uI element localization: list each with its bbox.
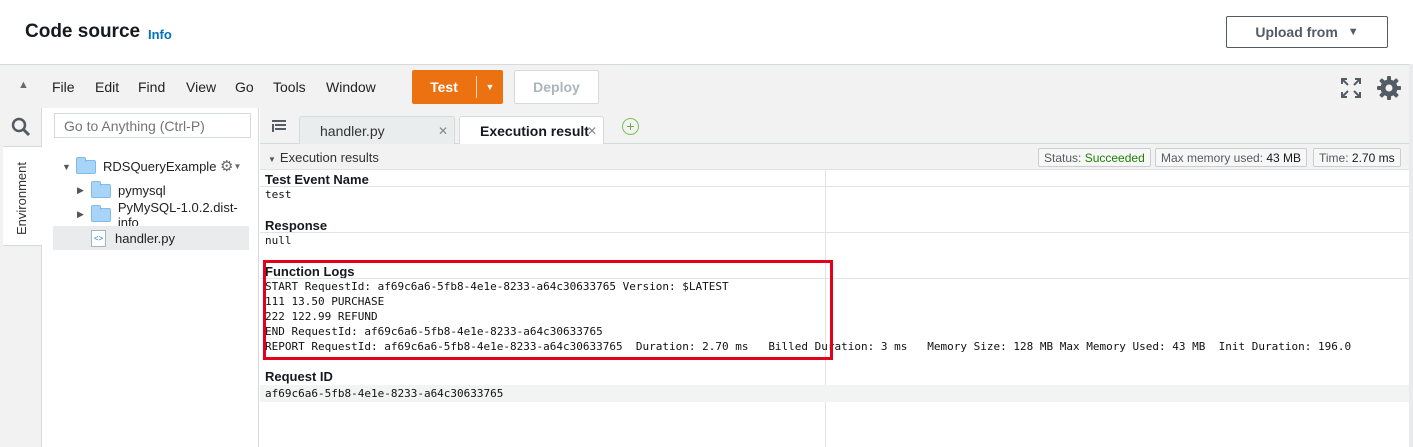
folder-icon — [76, 156, 96, 174]
tree-file-label: handler.py — [115, 231, 175, 246]
environment-tab-label: Environment — [14, 162, 29, 235]
go-to-anything-input[interactable] — [54, 113, 251, 138]
collapsed-triangle-icon: ▶ — [77, 209, 84, 219]
editor-tabs-bar: handler.py ✕ Execution result ✕ + — [260, 108, 1413, 144]
tab-execution-result[interactable]: Execution result ✕ — [459, 116, 604, 144]
page-title: Code source — [25, 21, 141, 42]
log-line: 222 122.99 REFUND — [265, 310, 378, 323]
caret-down-icon: ▼ — [1347, 26, 1359, 38]
log-line: REPORT RequestId: af69c6a6-5fb8-4e1e-823… — [265, 340, 1352, 353]
scrollbar-track[interactable] — [1409, 64, 1413, 447]
status-label: Status: — [1044, 151, 1082, 165]
tab-label: Execution result — [480, 122, 589, 139]
log-line: END RequestId: af69c6a6-5fb8-4e1e-8233-a… — [265, 325, 603, 338]
test-button-label: Test — [430, 79, 458, 95]
info-link[interactable]: Info — [148, 27, 172, 42]
execution-results-title: Execution results — [279, 150, 379, 165]
code-source-header: Code source Info Upload from ▼ — [0, 0, 1413, 64]
status-badge: Status: Succeeded — [1038, 148, 1151, 167]
time-badge: Time: 2.70 ms — [1313, 148, 1401, 167]
request-id-value[interactable]: af69c6a6-5fb8-4e1e-8233-a64c30633765 — [265, 387, 503, 400]
expanded-triangle-icon: ▼ — [62, 161, 71, 172]
log-line: 111 13.50 PURCHASE — [265, 295, 385, 308]
menu-find[interactable]: Find — [138, 79, 165, 95]
menu-edit[interactable]: Edit — [95, 79, 119, 95]
tree-root-label: RDSQueryExample — [103, 159, 217, 174]
divider — [260, 186, 1413, 187]
tree-folder-pymysql-dist-info[interactable]: ▶ PyMySQL-1.0.2.dist-info — [77, 200, 258, 230]
execution-results-header: ▼ Execution results Status: Succeeded Max… — [260, 144, 1413, 170]
time-value: 2.70 ms — [1351, 151, 1395, 165]
menu-view[interactable]: View — [186, 79, 216, 95]
response-value: null — [265, 234, 292, 247]
menu-window[interactable]: Window — [326, 79, 376, 95]
tree-root-folder[interactable]: ▼ RDSQueryExample — [62, 155, 216, 178]
time-label: Time: — [1319, 151, 1349, 165]
ide-toolbar: ▲ File Edit Find View Go Tools Window Te… — [0, 64, 1413, 108]
upload-from-button[interactable]: Upload from ▼ — [1226, 16, 1388, 48]
test-dropdown-icon[interactable]: ▼ — [477, 70, 503, 104]
folder-icon — [90, 204, 111, 222]
divider — [260, 278, 1413, 279]
response-title: Response — [265, 218, 328, 233]
file-tree-panel: ▼ RDSQueryExample ⚙▼ ▶ pymysql ▶ PyMySQL… — [42, 108, 259, 447]
test-event-name-title: Test Event Name — [265, 172, 369, 187]
close-tab-icon[interactable]: ✕ — [587, 124, 597, 138]
folder-icon — [91, 180, 111, 198]
tree-folder-label: PyMySQL-1.0.2.dist-info — [117, 199, 238, 230]
column-divider — [825, 170, 826, 447]
left-panel-strip: Environment — [0, 108, 42, 447]
menu-go[interactable]: Go — [235, 79, 254, 95]
settings-gear-icon[interactable] — [1375, 74, 1403, 102]
test-button[interactable]: Test ▼ — [412, 70, 503, 104]
max-memory-badge: Max memory used: 43 MB — [1155, 148, 1308, 167]
collapsed-triangle-icon: ▶ — [77, 185, 84, 195]
test-event-name-value: test — [265, 188, 292, 201]
log-line: START RequestId: af69c6a6-5fb8-4e1e-8233… — [265, 280, 729, 293]
execution-results-panel: ▼ Execution results Status: Succeeded Max… — [260, 144, 1413, 447]
expanded-triangle-icon: ▼ — [268, 155, 276, 164]
memory-value: 43 MB — [1266, 151, 1302, 165]
divider — [260, 232, 1413, 233]
status-value: Succeeded — [1084, 151, 1145, 165]
memory-label: Max memory used: — [1161, 151, 1264, 165]
collapse-toolbar-icon[interactable]: ▲ — [18, 79, 29, 91]
deploy-button[interactable]: Deploy — [514, 70, 599, 104]
tab-label: handler.py — [320, 122, 385, 139]
close-tab-icon[interactable]: ✕ — [438, 124, 448, 138]
fullscreen-icon[interactable] — [1340, 77, 1362, 99]
request-id-title: Request ID — [265, 369, 333, 384]
search-icon[interactable] — [10, 116, 32, 138]
python-file-icon: <> — [91, 230, 106, 247]
tab-list-icon[interactable] — [272, 120, 286, 132]
tree-settings-gear-icon[interactable]: ⚙▼ — [220, 157, 241, 175]
environment-tab[interactable]: Environment — [3, 146, 42, 246]
tree-file-handler[interactable]: <> handler.py — [91, 227, 175, 250]
tab-handler-py[interactable]: handler.py ✕ — [299, 116, 455, 144]
execution-results-toggle[interactable]: ▼ Execution results — [268, 150, 379, 165]
menu-file[interactable]: File — [52, 79, 75, 95]
upload-from-label: Upload from — [1255, 24, 1338, 40]
function-logs-title: Function Logs — [265, 264, 355, 279]
tree-folder-label: pymysql — [118, 183, 166, 198]
menu-tools[interactable]: Tools — [273, 79, 306, 95]
add-tab-icon[interactable]: + — [622, 118, 639, 135]
